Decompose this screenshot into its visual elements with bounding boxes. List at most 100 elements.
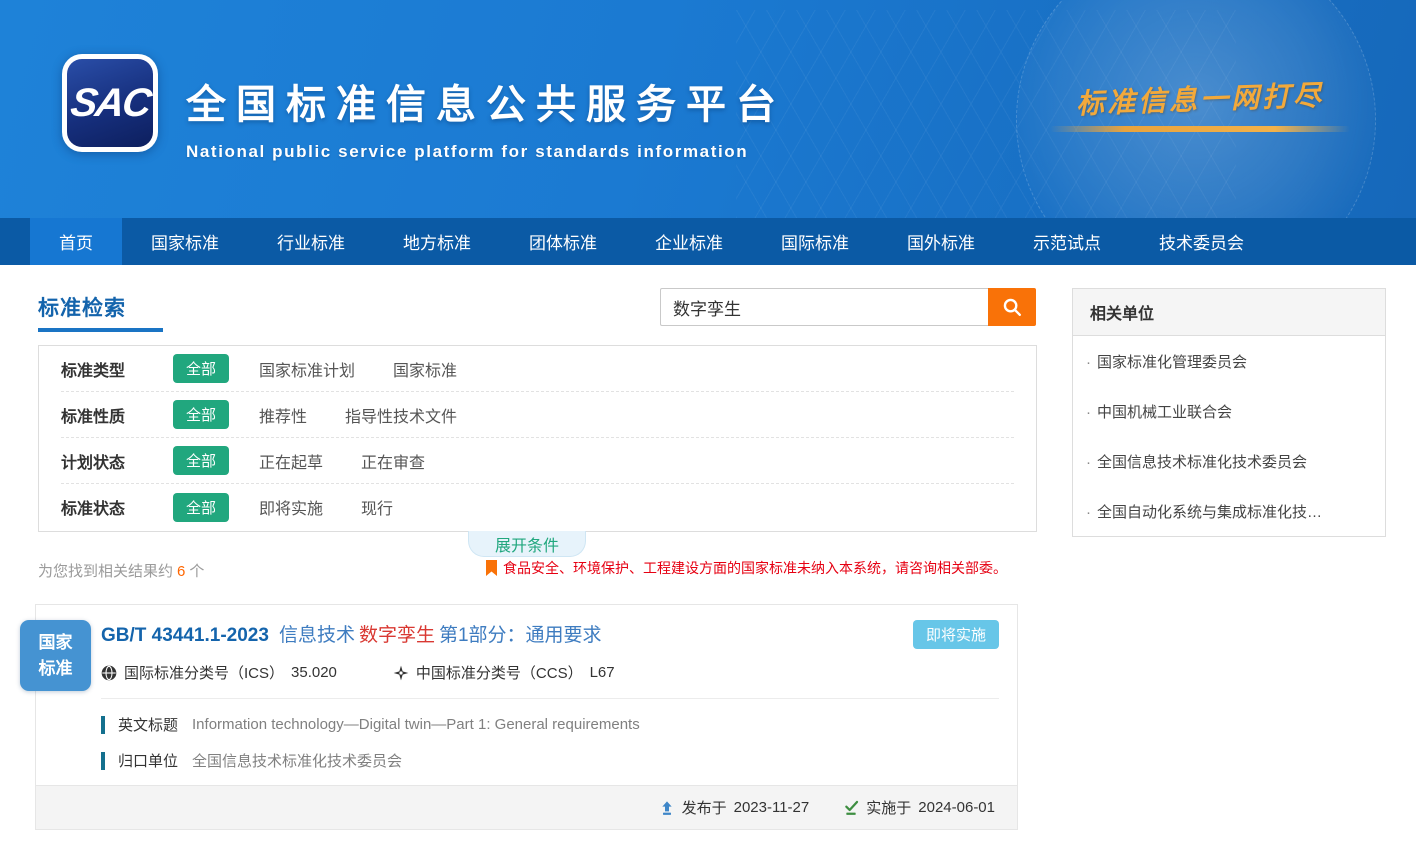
sidebar-item-sac[interactable]: · 国家标准化管理委员会 xyxy=(1073,336,1385,386)
filter-option[interactable]: 现行 xyxy=(361,495,393,519)
nav-item-local-standards[interactable]: 地方标准 xyxy=(374,218,500,265)
bullet: · xyxy=(1086,454,1091,471)
filter-option[interactable]: 正在起草 xyxy=(259,449,323,473)
filter-option[interactable]: 指导性技术文件 xyxy=(345,403,457,427)
nav-item-industry-standards[interactable]: 行业标准 xyxy=(248,218,374,265)
results-summary-suffix: 个 xyxy=(189,563,204,580)
sidebar-item-machinery-federation[interactable]: · 中国机械工业联合会 xyxy=(1073,386,1385,436)
filter-label: 标准性质 xyxy=(61,403,173,427)
classification-row: 国际标准分类号（ICS） 35.020 中国标准分类号（CCS） L67 xyxy=(101,662,999,699)
sidebar-item-label[interactable]: 全国自动化系统与集成标准化技… xyxy=(1097,504,1322,521)
globe-icon xyxy=(101,665,117,681)
nav-item-group-standards[interactable]: 团体标准 xyxy=(500,218,626,265)
status-badge: 即将实施 xyxy=(913,620,999,649)
related-units-panel: 相关单位 · 国家标准化管理委员会 · 中国机械工业联合会 · 全国信息技术标准化技术… xyxy=(1072,288,1386,537)
filter-option[interactable]: 推荐性 xyxy=(259,403,307,427)
sidebar-item-automation-committee[interactable]: · 全国自动化系统与集成标准化技… xyxy=(1073,486,1385,536)
filter-all-badge[interactable]: 全部 xyxy=(173,354,229,383)
sac-logo-inner: SAC xyxy=(67,59,153,147)
standard-title-part2[interactable]: 第1部分：通用要求 xyxy=(439,625,602,646)
publish-date-item: 发布于 2023-11-27 xyxy=(659,797,810,818)
publish-label: 发布于 xyxy=(682,797,727,818)
result-card: 国家 标准 GB/T 43441.1-2023信息技术数字孪生第1部分：通用要求… xyxy=(35,604,1018,830)
nav-item-enterprise-standards[interactable]: 企业标准 xyxy=(626,218,752,265)
implement-date: 2024-06-01 xyxy=(918,799,995,816)
attr-marker-bar xyxy=(101,752,105,770)
slogan-text: 标准信息一网打尽 xyxy=(1075,74,1324,123)
ccs-label: 中国标准分类号（CCS） xyxy=(416,662,583,683)
related-units-title: 相关单位 xyxy=(1073,289,1385,336)
attr-marker-bar xyxy=(101,716,105,734)
nav-item-home[interactable]: 首页 xyxy=(30,218,122,265)
sidebar-item-label[interactable]: 中国机械工业联合会 xyxy=(1097,404,1232,421)
main-nav: 首页 国家标准 行业标准 地方标准 团体标准 企业标准 国际标准 国外标准 示范… xyxy=(0,218,1416,265)
search-box xyxy=(660,288,1036,326)
expand-conditions-button[interactable]: 展开条件 xyxy=(468,531,586,557)
publish-date: 2023-11-27 xyxy=(734,799,810,816)
sidebar-item-it-standardization-committee[interactable]: · 全国信息技术标准化技术委员会 xyxy=(1073,436,1385,486)
filter-all-badge[interactable]: 全部 xyxy=(173,400,229,429)
implement-label: 实施于 xyxy=(866,797,911,818)
filter-row-standard-nature: 标准性质 全部 推荐性 指导性技术文件 xyxy=(61,392,1014,438)
site-subtitle: National public service platform for sta… xyxy=(186,142,786,162)
nav-item-technical-committee[interactable]: 技术委员会 xyxy=(1130,218,1273,265)
filter-row-standard-type: 标准类型 全部 国家标准计划 国家标准 xyxy=(61,346,1014,392)
category-badge[interactable]: 国家 标准 xyxy=(20,620,91,691)
header-banner: SAC 全国标准信息公共服务平台 National public service… xyxy=(0,0,1416,218)
result-card-body: GB/T 43441.1-2023信息技术数字孪生第1部分：通用要求 即将实施 … xyxy=(36,605,1017,771)
filter-label: 标准类型 xyxy=(61,357,173,381)
bullet: · xyxy=(1086,504,1091,521)
site-title: 全国标准信息公共服务平台 xyxy=(186,72,786,130)
dept-label: 归口单位 xyxy=(118,750,178,771)
search-icon xyxy=(1001,296,1023,318)
filter-option[interactable]: 国家标准 xyxy=(393,357,457,381)
slogan-block: 标准信息一网打尽 xyxy=(1050,78,1350,132)
search-input[interactable] xyxy=(660,288,988,326)
sidebar-item-label[interactable]: 全国信息技术标准化技术委员会 xyxy=(1097,454,1307,471)
slogan-underline xyxy=(1050,126,1350,132)
english-title-row: 英文标题 Information technology—Digital twin… xyxy=(101,714,999,735)
page: SAC 全国标准信息公共服务平台 National public service… xyxy=(0,0,1416,845)
english-title-value: Information technology—Digital twin—Part… xyxy=(192,716,640,733)
page-title-underline xyxy=(38,328,163,332)
nav-item-national-standards[interactable]: 国家标准 xyxy=(122,218,248,265)
notice-text: 食品安全、环境保护、工程建设方面的国家标准未纳入本系统，请咨询相关部委。 xyxy=(503,558,1007,578)
result-card-footer: 发布于 2023-11-27 实施于 2024-06-01 xyxy=(36,785,1017,829)
ccs-value: L67 xyxy=(590,664,615,681)
sidebar-item-label[interactable]: 国家标准化管理委员会 xyxy=(1097,354,1247,371)
filter-row-standard-status: 标准状态 全部 即将实施 现行 xyxy=(61,484,1014,530)
filter-panel: 标准类型 全部 国家标准计划 国家标准 标准性质 全部 推荐性 指导性技术文件 … xyxy=(38,345,1037,532)
check-icon xyxy=(843,800,859,816)
standard-code[interactable]: GB/T 43441.1-2023 xyxy=(101,625,269,646)
filter-all-badge[interactable]: 全部 xyxy=(173,446,229,475)
results-summary: 为您找到相关结果约6个 xyxy=(38,560,204,581)
ccs-item: 中国标准分类号（CCS） L67 xyxy=(393,662,615,683)
sac-logo: SAC xyxy=(62,54,158,152)
standard-title-part1[interactable]: 信息技术 xyxy=(279,625,355,646)
category-badge-line1: 国家 xyxy=(39,630,73,656)
filter-label: 标准状态 xyxy=(61,495,173,519)
filter-all-badge[interactable]: 全部 xyxy=(173,493,229,522)
ics-value: 35.020 xyxy=(291,664,337,681)
filter-option[interactable]: 国家标准计划 xyxy=(259,357,355,381)
dept-value: 全国信息技术标准化技术委员会 xyxy=(192,750,402,771)
page-title: 标准检索 xyxy=(38,292,126,322)
dept-row: 归口单位 全国信息技术标准化技术委员会 xyxy=(101,750,999,771)
nav-item-pilot[interactable]: 示范试点 xyxy=(1004,218,1130,265)
results-summary-prefix: 为您找到相关结果约 xyxy=(38,563,173,580)
nav-item-foreign-standards[interactable]: 国外标准 xyxy=(878,218,1004,265)
filter-option[interactable]: 正在审查 xyxy=(361,449,425,473)
search-button[interactable] xyxy=(988,288,1036,326)
site-title-block: 全国标准信息公共服务平台 National public service pla… xyxy=(186,72,786,162)
filter-option[interactable]: 即将实施 xyxy=(259,495,323,519)
ics-item: 国际标准分类号（ICS） 35.020 xyxy=(101,662,337,683)
standard-title-link[interactable]: GB/T 43441.1-2023 信息技术数字孪生第1部分：通用要求 xyxy=(101,620,602,647)
bookmark-icon xyxy=(485,560,498,577)
standard-title-highlight[interactable]: 数字孪生 xyxy=(359,625,435,646)
filter-label: 计划状态 xyxy=(61,449,173,473)
bullet: · xyxy=(1086,404,1091,421)
implement-date-item: 实施于 2024-06-01 xyxy=(843,797,995,818)
sac-logo-text: SAC xyxy=(68,81,153,126)
nav-item-international-standards[interactable]: 国际标准 xyxy=(752,218,878,265)
bullet: · xyxy=(1086,354,1091,371)
